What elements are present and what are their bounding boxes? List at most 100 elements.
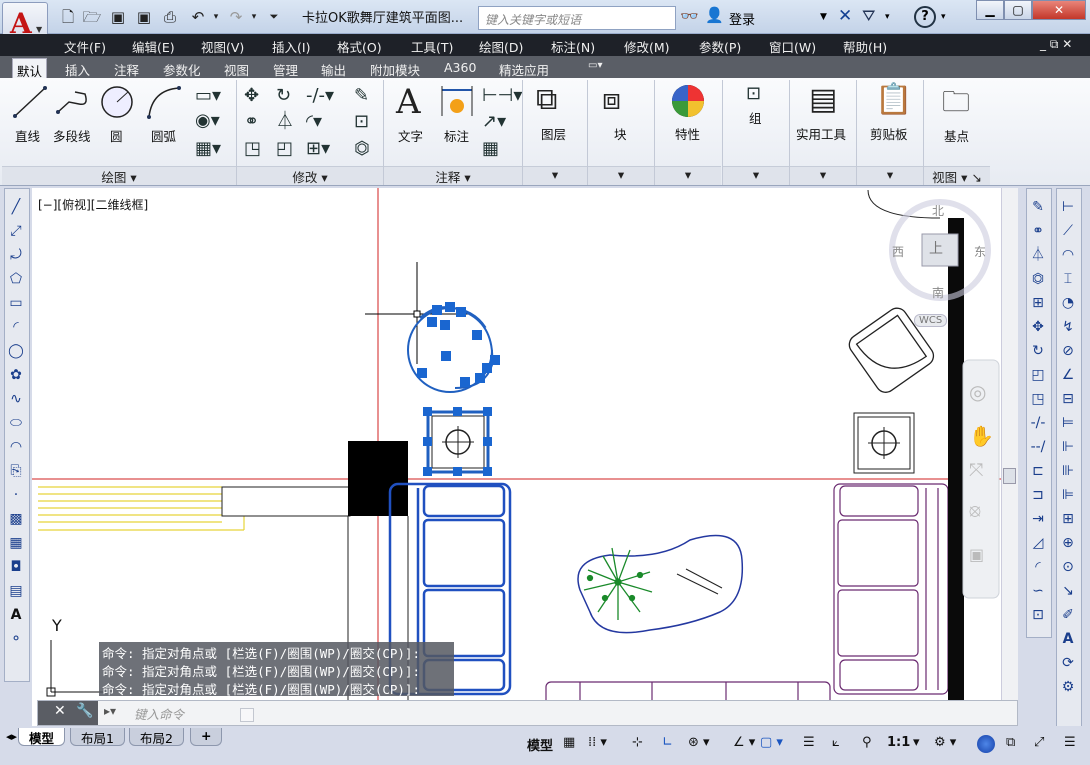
linear-dim-icon[interactable]: ⊢ (1057, 195, 1079, 219)
circle-tool[interactable]: 圆 (110, 126, 123, 145)
zoom-icon[interactable]: ⤧ (969, 460, 983, 481)
line-tool[interactable]: 直线 (15, 126, 40, 145)
polyline-icon[interactable]: ⤾ (5, 243, 27, 267)
snap-icon[interactable]: ⁞⁞ ▾ (588, 735, 607, 750)
layers-dropdown[interactable]: ▾ (523, 166, 587, 185)
ribbon-display-toggle[interactable]: ▭▾ (584, 58, 606, 78)
layers-tool[interactable]: 图层 (541, 124, 566, 143)
exchange-icon[interactable]: ✕ (838, 6, 852, 26)
pan-icon[interactable]: ✋ (969, 424, 994, 448)
rectangle-icon[interactable]: ▭ (5, 291, 27, 315)
vertical-scroll-thumb[interactable] (1003, 468, 1016, 484)
fillet-icon[interactable]: ◜▾ (306, 112, 322, 132)
space-icon[interactable]: ⊪ (1057, 459, 1079, 483)
menu-edit[interactable]: 编辑(E) (132, 37, 175, 56)
join-icon[interactable]: ⇥ (1027, 507, 1049, 531)
rectangle-icon[interactable]: ▭▾ (195, 86, 221, 106)
hardware-acceleration-icon[interactable]: ⧉ (1006, 735, 1015, 750)
save-icon[interactable]: ▣ (108, 7, 128, 27)
draw-panel-footer[interactable]: 绘图 ▾ (2, 166, 236, 185)
hatch-icon[interactable]: ◉▾ (195, 111, 220, 131)
polyline-tool[interactable]: 多段线 (53, 126, 91, 145)
move-icon[interactable]: ✥ (1027, 315, 1049, 339)
basepoint-tool[interactable]: 基点 (944, 126, 969, 145)
clean-screen-icon[interactable]: ⤢ (1034, 735, 1044, 750)
customize-statusbar-icon[interactable]: ☰ (1064, 735, 1076, 750)
utilities-tool[interactable]: 实用工具 (796, 124, 846, 143)
extend-icon[interactable]: --/ (1027, 435, 1049, 459)
erase-icon[interactable]: ✎ (1027, 195, 1049, 219)
center-mark-icon[interactable]: ⊕ (1057, 531, 1079, 555)
infer-constraints-icon[interactable]: ⊹ (632, 735, 643, 750)
dim-break-icon[interactable]: ⊫ (1057, 483, 1079, 507)
xline-icon[interactable]: ⤢ (5, 219, 27, 243)
explode-icon[interactable]: ⊡ (354, 112, 369, 132)
menu-modify[interactable]: 修改(M) (624, 37, 670, 56)
doc-window-controls[interactable]: _ ⧉ ✕ (1040, 37, 1072, 52)
mirror-icon[interactable]: ⏃ (276, 112, 294, 132)
group-tool[interactable]: 组 (749, 108, 762, 127)
menu-parametric[interactable]: 参数(P) (699, 37, 741, 56)
explode-icon[interactable]: ⊡ (1027, 603, 1049, 627)
lineweight-icon[interactable]: ☰ (803, 735, 815, 750)
open-icon[interactable]: 🗁 (82, 7, 102, 27)
properties-tool[interactable]: 特性 (675, 124, 700, 143)
tab-layout2[interactable]: 布局2 (129, 728, 184, 746)
region-icon[interactable]: ◘ (5, 555, 27, 579)
menu-format[interactable]: 格式(O) (337, 37, 382, 56)
workspace-gear-icon[interactable]: ⚙ ▾ (934, 735, 956, 750)
menu-view[interactable]: 视图(V) (201, 37, 244, 56)
dim-text-edit-icon[interactable]: A (1057, 627, 1079, 651)
model-space-button[interactable]: 模型 (527, 735, 553, 754)
line-icon[interactable]: ╱ (5, 195, 27, 219)
user-icon[interactable]: 👤 (705, 6, 724, 24)
viewcube-east[interactable]: 东 (974, 243, 986, 260)
properties-dropdown[interactable]: ▾ (655, 166, 721, 185)
print-icon[interactable]: ⎙ (160, 7, 180, 27)
circle-icon[interactable]: ◯ (5, 339, 27, 363)
ellipse-arc-icon[interactable]: ◠ (5, 435, 27, 459)
maximize-button[interactable]: ▢ (1004, 0, 1032, 20)
tab-a360[interactable]: A360 (440, 58, 480, 78)
redo-icon[interactable]: ↷ (226, 7, 246, 27)
customize-wrench-icon[interactable]: 🔧 (76, 703, 93, 719)
utilities-dropdown[interactable]: ▾ (790, 166, 856, 185)
block-dropdown[interactable]: ▾ (588, 166, 654, 185)
steeringwheel-icon[interactable]: ◎ (969, 380, 986, 404)
search-input[interactable]: 键入关键字或短语 (478, 6, 676, 30)
inspect-icon[interactable]: ⊙ (1057, 555, 1079, 579)
insert-block-icon[interactable]: ⎘ (5, 459, 27, 483)
new-icon[interactable]: 🗋 (58, 7, 78, 27)
scale-icon[interactable]: ◰ (276, 139, 293, 159)
rotate-icon[interactable]: ↻ (1027, 339, 1049, 363)
baseline-icon[interactable]: ⊨ (1057, 411, 1079, 435)
group-dropdown[interactable]: ▾ (723, 166, 789, 185)
dimension-tool[interactable]: 标注 (444, 126, 469, 145)
tab-insert[interactable]: 插入 (61, 58, 94, 78)
linear-dim-icon[interactable]: ⊢⊣▾ (482, 86, 522, 106)
ellipse-icon[interactable]: ⬭ (5, 411, 27, 435)
recent-commands-icon[interactable]: ▸▾ (104, 704, 116, 718)
viewcube-west[interactable]: 西 (892, 243, 904, 260)
chamfer-icon[interactable]: ◿ (1027, 531, 1049, 555)
add-selected-icon[interactable]: ⚬ (5, 627, 27, 651)
ordinate-icon[interactable]: ⌶ (1057, 267, 1079, 291)
tab-featured-apps[interactable]: 精选应用 (495, 58, 553, 78)
menu-tools[interactable]: 工具(T) (411, 37, 453, 56)
gradient-icon[interactable]: ▦▾ (195, 139, 221, 159)
annotation-panel-footer[interactable]: 注释 ▾ (384, 166, 522, 185)
layout-nav-icon[interactable]: ◂▸ (6, 730, 17, 743)
save-as-icon[interactable]: ▣ (134, 7, 154, 27)
diameter-icon[interactable]: ⊘ (1057, 339, 1079, 363)
jogged-linear-icon[interactable]: ↘ (1057, 579, 1079, 603)
close-window-button[interactable]: ✕ (1032, 0, 1086, 20)
menu-window[interactable]: 窗口(W) (769, 37, 816, 56)
a360-icon[interactable]: ⛛ (862, 6, 875, 26)
tab-parametric[interactable]: 参数化 (159, 58, 205, 78)
trim-icon[interactable]: -/-▾ (306, 86, 334, 106)
array-icon[interactable]: ⊞▾ (306, 139, 330, 159)
help-icon[interactable]: ? (914, 6, 936, 28)
ortho-icon[interactable]: ∟ (662, 735, 673, 750)
tab-view[interactable]: 视图 (220, 58, 253, 78)
isolate-objects-icon[interactable] (977, 735, 995, 753)
